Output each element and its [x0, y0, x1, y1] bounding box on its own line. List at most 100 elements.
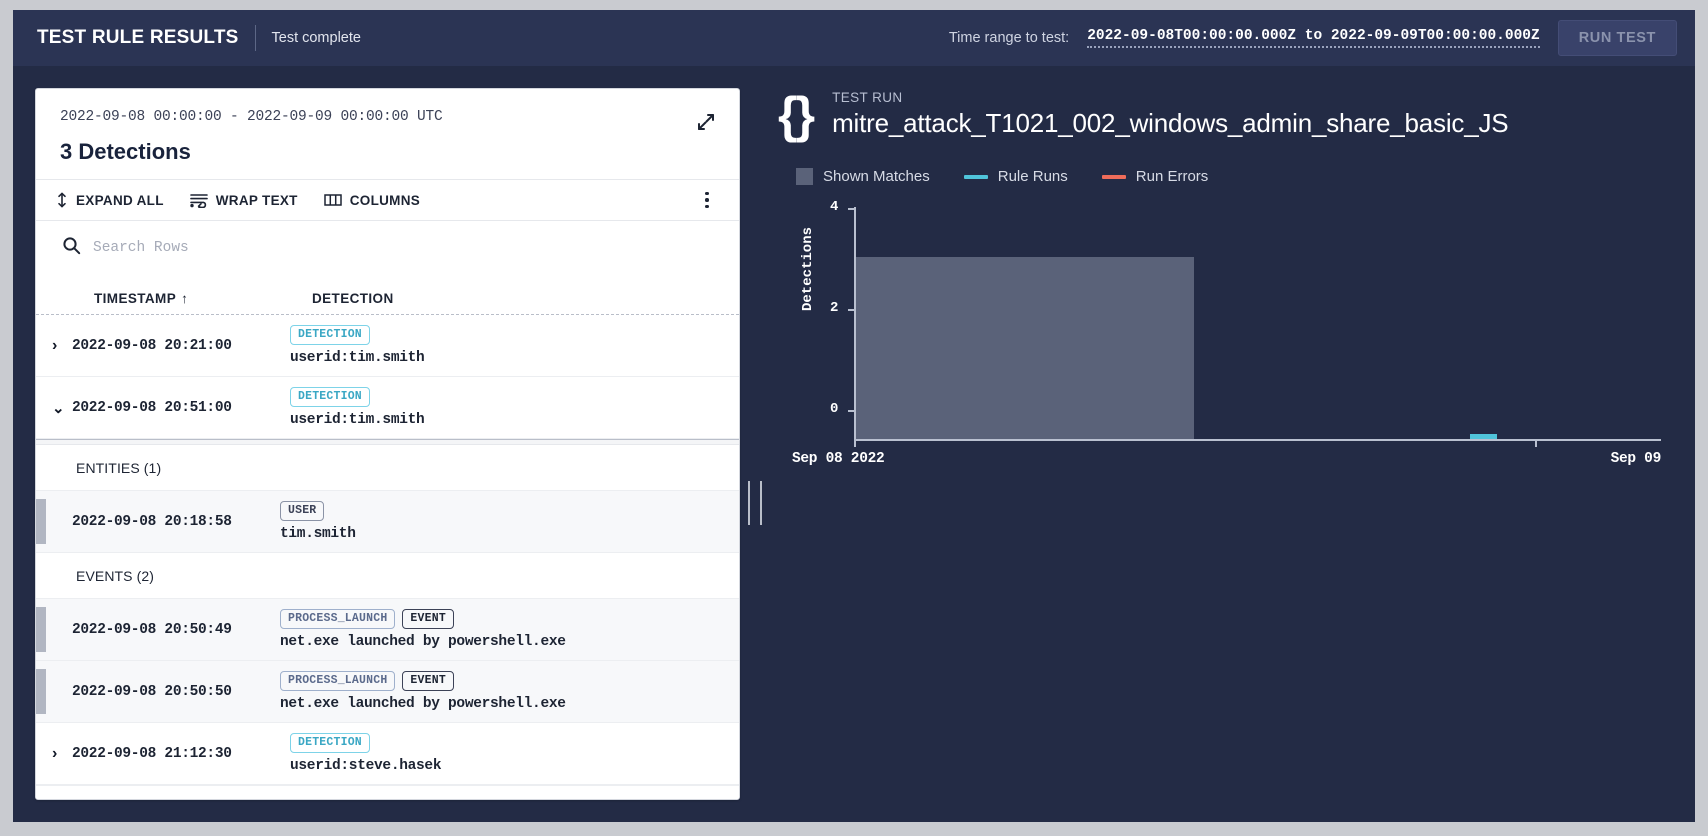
search-row [36, 221, 739, 275]
row-description: userid:tim.smith [290, 350, 425, 366]
list-item[interactable]: 2022-09-08 20:50:49 PROCESS_LAUNCH EVENT… [36, 599, 739, 661]
legend-label: Rule Runs [997, 168, 1068, 185]
badge-event: EVENT [402, 609, 454, 629]
x-tick-label: Sep 08 2022 [792, 451, 885, 467]
expand-all-button[interactable]: EXPAND ALL [56, 192, 164, 208]
x-tick-label: Sep 09 [1610, 451, 1662, 467]
wrap-text-label: WRAP TEXT [215, 192, 298, 208]
row-badges: DETECTION [290, 325, 739, 345]
x-tick-mark [1535, 440, 1537, 447]
group-header-entities: ENTITIES (1) [36, 445, 739, 491]
row-timestamp: 2022-09-08 20:50:50 [72, 683, 232, 700]
badge-event: EVENT [402, 671, 454, 691]
test-rule-results-window: TEST RULE RESULTS Test complete Time ran… [13, 10, 1695, 822]
row-badges: DETECTION [290, 733, 739, 753]
nesting-rail [36, 669, 46, 714]
row-detection-cell: DETECTION userid:tim.smith [290, 387, 739, 428]
row-badges: PROCESS_LAUNCH EVENT [280, 609, 739, 629]
test-run-text: TEST RUN mitre_attack_T1021_002_windows_… [832, 89, 1509, 139]
badge-detection: DETECTION [290, 387, 370, 407]
badge-detection: DETECTION [290, 325, 370, 345]
expand-vertical-icon [56, 192, 68, 208]
expand-diagonal-icon[interactable] [695, 111, 717, 133]
row-timestamp: 2022-09-08 20:18:58 [72, 513, 232, 530]
row-timestamp: 2022-09-08 20:50:49 [72, 621, 232, 638]
badge-process-launch: PROCESS_LAUNCH [280, 671, 396, 691]
rows-footer [36, 785, 739, 799]
list-item[interactable]: 2022-09-08 20:18:58 USER tim.smith [36, 491, 739, 553]
legend-item-rule-runs[interactable]: Rule Runs [963, 168, 1068, 185]
results-pane: 2022-09-08 00:00:00 - 2022-09-09 00:00:0… [13, 66, 740, 822]
legend-swatch-icon [796, 168, 813, 185]
search-input[interactable] [93, 240, 717, 256]
row-detection-cell: DETECTION userid:steve.hasek [290, 733, 739, 774]
list-item[interactable]: 2022-09-08 20:50:50 PROCESS_LAUNCH EVENT… [36, 661, 739, 723]
row-description: net.exe launched by powershell.exe [280, 634, 566, 650]
test-run-name: mitre_attack_T1021_002_windows_admin_sha… [832, 107, 1509, 138]
sort-ascending-icon: ↑ [181, 291, 189, 306]
columns-button[interactable]: COLUMNS [323, 192, 421, 208]
run-test-button[interactable]: RUN TEST [1557, 20, 1677, 56]
columns-label: COLUMNS [349, 192, 421, 208]
row-timestamp: 2022-09-08 20:51:00 [72, 399, 232, 416]
top-bar: TEST RULE RESULTS Test complete Time ran… [13, 10, 1695, 66]
bar-shown-matches [856, 257, 1194, 439]
wrap-text-icon [189, 192, 208, 208]
chevron-right-icon[interactable]: › [36, 745, 72, 763]
test-run-kicker: TEST RUN [832, 89, 903, 105]
column-header-detection[interactable]: DETECTION [312, 291, 394, 306]
chart-x-axis [854, 439, 1661, 441]
group-header-events: EVENTS (2) [36, 553, 739, 599]
kebab-menu-icon[interactable] [697, 190, 717, 210]
expand-all-label: EXPAND ALL [76, 192, 164, 208]
columns-icon [323, 193, 342, 207]
page-title: TEST RULE RESULTS [37, 27, 239, 48]
column-header-row: TIMESTAMP ↑ DETECTION [36, 275, 739, 315]
detections-count-title: 3 Detections [60, 139, 191, 164]
curly-braces-icon: { } [778, 87, 815, 143]
row-badges: PROCESS_LAUNCH EVENT [280, 671, 739, 691]
row-timestamp: 2022-09-08 21:12:30 [72, 745, 232, 762]
column-header-timestamp[interactable]: TIMESTAMP ↑ [94, 291, 312, 306]
row-detection-cell: USER tim.smith [280, 501, 739, 542]
row-description: tim.smith [280, 526, 356, 542]
table-row[interactable]: › 2022-09-08 21:12:30 DETECTION userid:s… [36, 723, 739, 785]
x-tick-mark [854, 440, 856, 447]
row-description: userid:tim.smith [290, 412, 425, 428]
title-divider [254, 25, 256, 51]
time-range-label: Time range to test: [948, 30, 1070, 46]
chevron-down-icon[interactable]: ⌄ [36, 399, 72, 417]
pane-resize-handle[interactable] [748, 481, 762, 525]
test-status-text: Test complete [271, 30, 361, 46]
table-row[interactable]: ⌄ 2022-09-08 20:51:00 DETECTION userid:t… [36, 377, 739, 439]
detections-timeline-chart: Detections 4 2 0 Sep 08 2022 Sep 09 [778, 199, 1673, 469]
detections-card: 2022-09-08 00:00:00 - 2022-09-09 00:00:0… [35, 88, 740, 800]
search-icon [62, 236, 81, 260]
table-row[interactable]: › 2022-09-08 20:21:00 DETECTION userid:t… [36, 315, 739, 377]
legend-item-run-errors[interactable]: Run Errors [1101, 168, 1208, 185]
badge-detection: DETECTION [290, 733, 370, 753]
chart-legend: Shown Matches Rule Runs Run Errors [796, 168, 1673, 185]
row-badges: DETECTION [290, 387, 739, 407]
top-bar-right: Time range to test: 2022-09-08T00:00:00.… [949, 20, 1677, 56]
nesting-rail [36, 499, 46, 544]
row-detection-cell: PROCESS_LAUNCH EVENT net.exe launched by… [280, 609, 739, 650]
legend-line-icon [963, 174, 988, 179]
card-header: 2022-09-08 00:00:00 - 2022-09-09 00:00:0… [36, 89, 739, 179]
time-range-value[interactable]: 2022-09-08T00:00:00.000Z to 2022-09-09T0… [1087, 28, 1540, 48]
row-detection-cell: DETECTION userid:tim.smith [290, 325, 739, 366]
y-tick-label: 4 [830, 199, 839, 215]
row-badges: USER [280, 501, 739, 521]
test-run-header: { } TEST RUN mitre_attack_T1021_002_wind… [778, 87, 1673, 143]
badge-user: USER [280, 501, 325, 521]
chevron-right-icon[interactable]: › [36, 337, 72, 355]
legend-item-shown-matches[interactable]: Shown Matches [796, 168, 930, 185]
row-description: userid:steve.hasek [290, 758, 442, 774]
wrap-text-button[interactable]: WRAP TEXT [189, 192, 298, 208]
chart-y-axis-label: Detections [800, 226, 816, 311]
row-detection-cell: PROCESS_LAUNCH EVENT net.exe launched by… [280, 671, 739, 712]
table-toolbar: EXPAND ALL WRAP TEXT COLUMNS [36, 179, 739, 221]
detections-rows: › 2022-09-08 20:21:00 DETECTION userid:t… [36, 315, 739, 799]
nesting-rail [36, 607, 46, 652]
card-time-range: 2022-09-08 00:00:00 - 2022-09-09 00:00:0… [60, 109, 443, 125]
